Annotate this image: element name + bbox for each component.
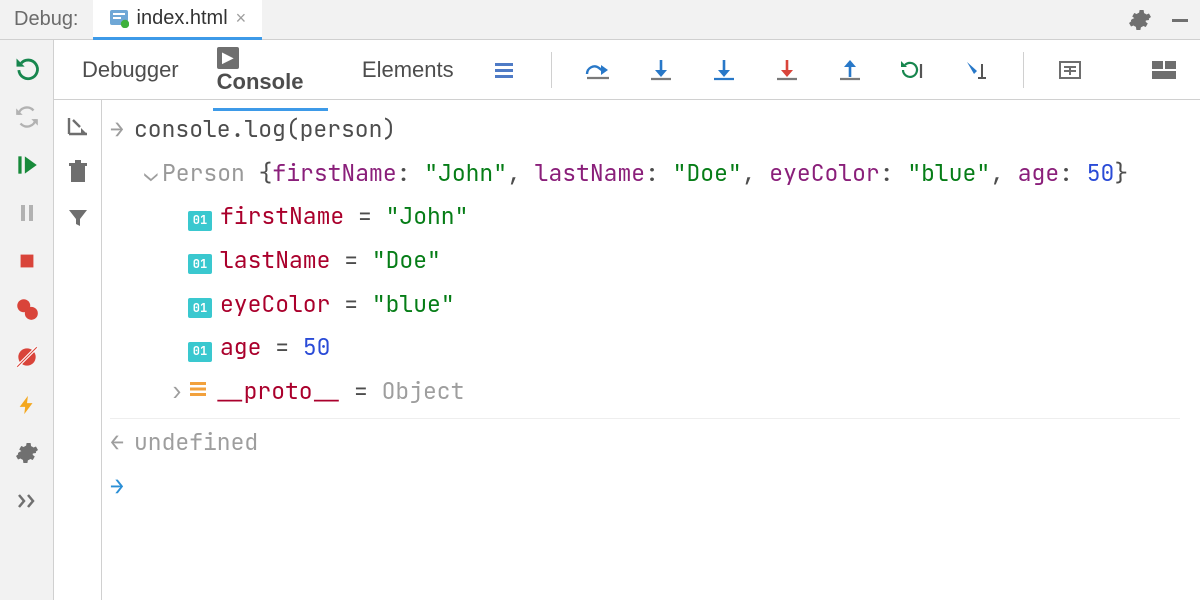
force-step-into-icon[interactable]: [708, 52, 741, 88]
console-output[interactable]: → console.log(person) ⌄ Person {firstNam…: [102, 100, 1200, 600]
debugger-tab-bar: Debugger ▶Console Elements: [54, 40, 1200, 100]
drop-frame-icon[interactable]: [960, 52, 993, 88]
summary-prop-key: lastName: [535, 152, 645, 196]
proto-key: __proto__: [216, 370, 340, 414]
rerun-icon[interactable]: [12, 54, 42, 84]
chevron-down-icon[interactable]: ⌄: [144, 152, 162, 196]
property-value: "John": [386, 195, 469, 239]
tab-console[interactable]: ▶Console: [213, 28, 328, 111]
property-badge-icon: 01: [188, 211, 212, 231]
property-value: "blue": [372, 283, 455, 327]
resume-icon[interactable]: [12, 150, 42, 180]
clear-console-icon[interactable]: [64, 158, 92, 186]
tab-debugger[interactable]: Debugger: [78, 43, 183, 96]
close-tab-icon[interactable]: ×: [236, 8, 247, 29]
run-to-cursor-icon[interactable]: [897, 52, 930, 88]
minimize-panel-icon[interactable]: [1160, 8, 1200, 32]
object-class-name: Person: [162, 152, 259, 196]
summary-prop-key: age: [1018, 152, 1059, 196]
proto-line[interactable]: › __proto__ = Object: [110, 370, 1180, 414]
object-property-line[interactable]: 01firstName = "John": [110, 195, 1180, 239]
step-out-icon[interactable]: [834, 52, 867, 88]
property-key: lastName: [220, 239, 330, 283]
mute-breakpoints-icon[interactable]: [12, 342, 42, 372]
summary-prop-value: "John": [424, 152, 507, 196]
html-file-icon: [109, 8, 129, 28]
proto-value: Object: [382, 370, 465, 414]
filter-icon[interactable]: [64, 204, 92, 232]
console-side-rail: [54, 100, 102, 600]
summary-prop-key: firstName: [272, 152, 396, 196]
window-tab-strip: Debug: index.html ×: [0, 0, 1200, 40]
stop-icon[interactable]: [12, 246, 42, 276]
input-arrow-icon: →: [110, 108, 134, 152]
smart-step-into-icon[interactable]: [771, 52, 804, 88]
console-prompt[interactable]: →: [110, 465, 1180, 509]
scroll-to-end-icon[interactable]: [64, 112, 92, 140]
property-key: eyeColor: [220, 283, 330, 327]
object-summary-line[interactable]: ⌄ Person {firstName: "John", lastName: "…: [110, 152, 1180, 196]
property-badge-icon: 01: [188, 298, 212, 318]
more-icon[interactable]: [12, 486, 42, 516]
settings-gear-icon[interactable]: [1120, 8, 1160, 32]
return-value-line: ← undefined: [110, 418, 1180, 465]
prompt-arrow-icon: →: [110, 465, 134, 509]
property-key: firstName: [220, 195, 344, 239]
layout-icon[interactable]: [1147, 52, 1180, 88]
return-value: undefined: [134, 421, 258, 465]
tab-elements[interactable]: Elements: [358, 43, 458, 96]
summary-prop-value: 50: [1087, 152, 1115, 196]
evaluate-expression-icon[interactable]: [1054, 52, 1087, 88]
breakpoints-icon[interactable]: [12, 294, 42, 324]
update-icon[interactable]: [12, 102, 42, 132]
tab-list-icon[interactable]: [488, 52, 521, 88]
summary-prop-value: "blue": [907, 152, 990, 196]
proto-icon: [188, 379, 208, 399]
property-value: "Doe": [372, 239, 441, 283]
property-badge-icon: 01: [188, 254, 212, 274]
step-into-icon[interactable]: [645, 52, 678, 88]
property-key: age: [220, 326, 261, 370]
chevron-right-icon[interactable]: ›: [170, 370, 188, 414]
file-tab-label: index.html: [137, 7, 228, 30]
object-property-line[interactable]: 01eyeColor = "blue": [110, 283, 1180, 327]
pause-icon[interactable]: [12, 198, 42, 228]
property-value: 50: [303, 326, 331, 370]
settings-icon[interactable]: [12, 438, 42, 468]
quick-eval-icon[interactable]: [12, 390, 42, 420]
debug-tool-label: Debug:: [0, 8, 93, 31]
object-property-line[interactable]: 01age = 50: [110, 326, 1180, 370]
object-property-line[interactable]: 01lastName = "Doe": [110, 239, 1180, 283]
debug-side-rail: [0, 40, 54, 600]
console-input-text: console.log(person): [134, 108, 396, 152]
console-input-line: → console.log(person): [110, 108, 1180, 152]
output-arrow-icon: ←: [110, 421, 134, 465]
property-badge-icon: 01: [188, 342, 212, 362]
step-over-icon[interactable]: [582, 52, 615, 88]
play-badge-icon: ▶: [217, 47, 239, 69]
summary-prop-key: eyeColor: [769, 152, 879, 196]
summary-prop-value: "Doe": [673, 152, 742, 196]
